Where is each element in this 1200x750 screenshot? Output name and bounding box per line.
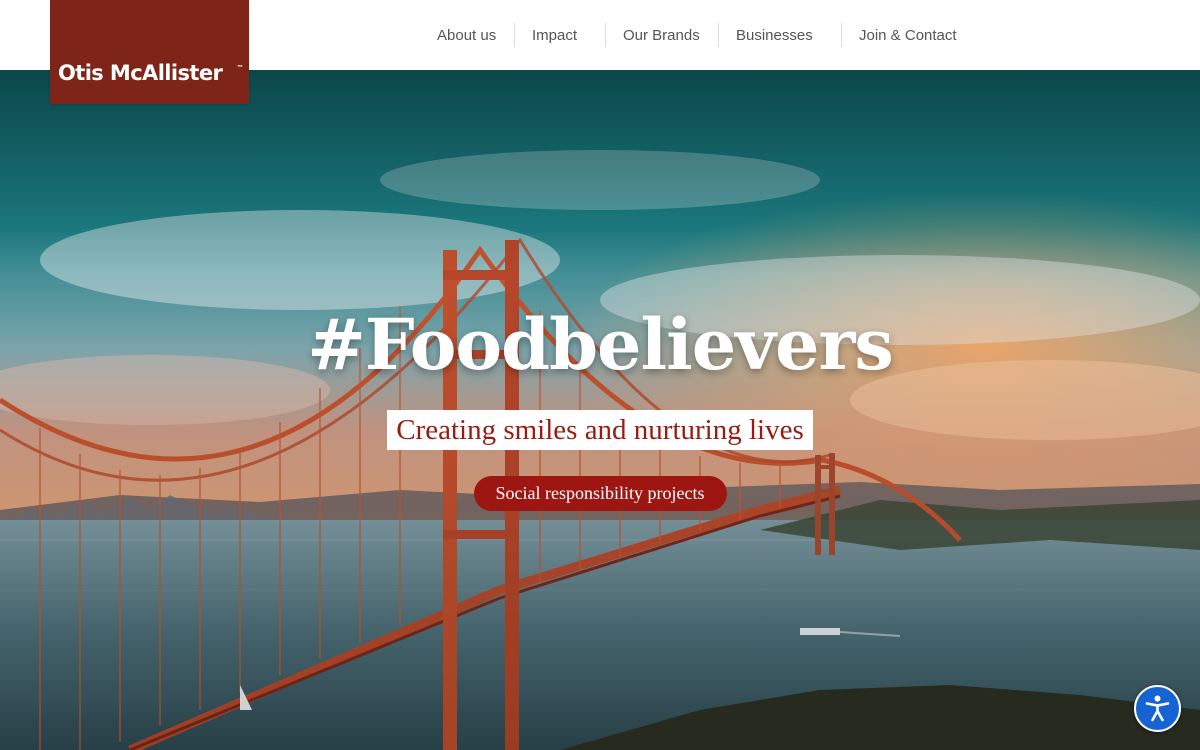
hero-subheadline-container: Creating smiles and nurturing lives (0, 410, 1200, 450)
trademark-symbol: ™ (237, 65, 243, 71)
nav-item-join-contact[interactable]: Join & Contact (859, 27, 957, 44)
nav-divider (718, 23, 719, 47)
nav-item-businesses[interactable]: Businesses (736, 27, 813, 44)
accessibility-button[interactable] (1134, 685, 1181, 732)
hero-section: #Foodbelievers Creating smiles and nurtu… (0, 70, 1200, 750)
hero-cta-container: Social responsibility projects (0, 476, 1200, 511)
brand-logo[interactable]: Otis McAllister ™ (50, 0, 249, 104)
nav-item-about-us[interactable]: About us (437, 27, 496, 44)
nav-divider (841, 23, 842, 47)
accessibility-icon (1145, 695, 1170, 722)
nav-item-our-brands[interactable]: Our Brands (623, 27, 700, 44)
hero-subheadline: Creating smiles and nurturing lives (387, 410, 813, 450)
nav-divider (514, 23, 515, 47)
nav-item-impact[interactable]: Impact (532, 27, 577, 44)
brand-name: Otis McAllister (58, 61, 223, 85)
social-responsibility-button[interactable]: Social responsibility projects (473, 476, 727, 511)
hero-headline: #Foodbelievers (307, 303, 894, 386)
nav-divider (605, 23, 606, 47)
